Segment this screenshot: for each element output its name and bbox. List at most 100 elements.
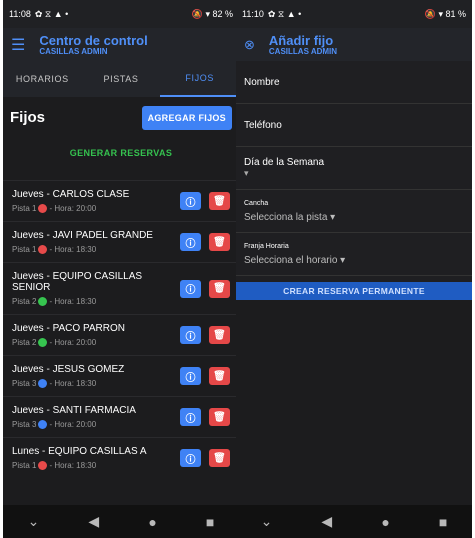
app-subtitle: CASILLAS ADMIN xyxy=(39,46,108,56)
list-item: Jueves - JAVI PADEL GRANDE Pista 1 - Hora… xyxy=(3,221,239,262)
court-label: Cancha xyxy=(244,200,269,207)
item-time: - Hora: 18:30 xyxy=(49,297,97,306)
app-title: Centro de control xyxy=(39,32,148,48)
status-bar: 11:08 ✿ ⧖ ▲ • 🔕 ▾ 82 % xyxy=(3,0,239,28)
add-fixed-form: Nombre Teléfono Día de la Semana ▾ Canch… xyxy=(236,61,472,300)
court-color-dot xyxy=(38,245,48,254)
home-icon[interactable]: ● xyxy=(381,514,389,530)
system-navigation-bar: ⌄ ◀ ● ■ xyxy=(236,505,472,538)
item-court: Pista 3 xyxy=(12,379,37,388)
fijos-header: Fijos AGREGAR FIJOS xyxy=(3,97,239,138)
time: 11:08 xyxy=(9,9,31,19)
item-title: Jueves - JESUS GOMEZ xyxy=(12,364,125,375)
item-court: Pista 1 xyxy=(12,204,37,213)
list-item: Jueves - PACO PARRON Pista 2 - Hora: 20:0… xyxy=(3,314,239,355)
info-icon[interactable]: ⓘ xyxy=(180,233,201,251)
court-color-dot xyxy=(38,461,48,470)
chevron-down-icon: ▾ xyxy=(244,168,249,178)
recent-apps-icon[interactable]: ■ xyxy=(439,514,447,530)
item-court: Pista 3 xyxy=(12,420,37,429)
chevron-down-icon[interactable]: ⌄ xyxy=(261,513,273,530)
chevron-down-icon[interactable]: ⌄ xyxy=(28,513,40,530)
time: 11:10 xyxy=(242,9,264,19)
generate-reservations-button[interactable]: GENERAR RESERVAS xyxy=(3,138,239,168)
tab-horarios[interactable]: HORARIOS xyxy=(3,61,82,97)
fixed-reservations-list: Jueves - CARLOS CLASE Pista 1 - Hora: 20:… xyxy=(3,180,239,478)
delete-icon[interactable]: 🗑 xyxy=(209,367,230,385)
chevron-down-icon: ▾ xyxy=(330,212,336,223)
delete-icon[interactable]: 🗑 xyxy=(209,279,230,298)
status-icons: ✿ ⧖ ▲ • xyxy=(34,8,69,19)
info-icon[interactable]: ⓘ xyxy=(180,408,201,426)
app-bar: ☰ Centro de control CASILLAS ADMIN xyxy=(3,28,239,61)
phone-label: Teléfono xyxy=(244,119,282,131)
list-item: Jueves - EQUIPO CASILLAS SENIOR Pista 2 -… xyxy=(3,262,239,314)
weekday-select[interactable]: Día de la Semana ▾ xyxy=(236,147,472,190)
court-color-dot xyxy=(38,379,48,388)
create-permanent-reservation-button[interactable]: CREAR RESERVA PERMANENTE xyxy=(236,282,472,300)
info-icon[interactable]: ⓘ xyxy=(180,449,201,467)
info-icon[interactable]: ⓘ xyxy=(180,192,201,210)
item-court: Pista 1 xyxy=(12,461,37,470)
court-color-dot xyxy=(38,204,48,213)
menu-icon[interactable]: ☰ xyxy=(11,35,25,55)
add-fijos-button[interactable]: AGREGAR FIJOS xyxy=(141,105,232,130)
back-icon[interactable]: ◀ xyxy=(88,513,99,530)
item-title: Jueves - CARLOS CLASE xyxy=(12,189,130,200)
delete-icon[interactable]: 🗑 xyxy=(209,326,230,344)
item-court: Pista 1 xyxy=(12,245,37,254)
item-court: Pista 2 xyxy=(12,338,37,347)
slot-placeholder: Selecciona el horario xyxy=(244,255,338,266)
app-bar: ⊗ Añadir fijo CASILLAS ADMIN xyxy=(236,28,472,61)
info-icon[interactable]: ⓘ xyxy=(180,367,201,385)
status-bar: 11:10 ✿ ⧖ ▲ • 🔕 ▾ 81 % xyxy=(236,0,472,28)
item-time: - Hora: 18:30 xyxy=(49,245,97,254)
court-placeholder: Selecciona la pista xyxy=(244,212,328,223)
info-icon[interactable]: ⓘ xyxy=(180,279,201,298)
left-phone: 11:08 ✿ ⧖ ▲ • 🔕 ▾ 82 % ☰ Centro de contr… xyxy=(3,0,239,538)
court-color-dot xyxy=(38,420,48,429)
tab-bar: HORARIOS PISTAS FIJOS xyxy=(3,61,239,97)
court-color-dot xyxy=(38,338,48,347)
delete-icon[interactable]: 🗑 xyxy=(209,233,230,251)
weekday-label: Día de la Semana xyxy=(244,157,325,168)
delete-icon[interactable]: 🗑 xyxy=(209,192,230,210)
page-title: Fijos xyxy=(10,109,46,126)
recent-apps-icon[interactable]: ■ xyxy=(206,514,214,530)
item-title: Jueves - EQUIPO CASILLAS SENIOR xyxy=(12,271,143,293)
item-court: Pista 2 xyxy=(12,297,37,306)
list-item: Jueves - JESUS GOMEZ Pista 3 - Hora: 18:3… xyxy=(3,355,239,396)
item-time: - Hora: 20:00 xyxy=(49,338,97,347)
status-icons: ✿ ⧖ ▲ • xyxy=(267,8,302,19)
name-label: Nombre xyxy=(244,76,280,88)
name-field[interactable]: Nombre xyxy=(236,61,472,104)
close-circle-icon[interactable]: ⊗ xyxy=(244,37,255,53)
tab-fijos[interactable]: FIJOS xyxy=(160,61,239,97)
item-time: - Hora: 18:30 xyxy=(49,461,97,470)
item-title: Jueves - PACO PARRON xyxy=(12,323,125,334)
item-time: - Hora: 18:30 xyxy=(49,379,97,388)
list-item: Lunes - EQUIPO CASILLAS A Pista 1 - Hora:… xyxy=(3,437,239,478)
time-slot-select[interactable]: Franja Horaria Selecciona el horario ▾ xyxy=(236,233,472,276)
delete-icon[interactable]: 🗑 xyxy=(209,449,230,467)
list-item: Jueves - SANTI FARMACIA Pista 3 - Hora: 2… xyxy=(3,396,239,437)
system-navigation-bar: ⌄ ◀ ● ■ xyxy=(3,505,239,538)
tab-pistas[interactable]: PISTAS xyxy=(82,61,161,97)
item-title: Jueves - JAVI PADEL GRANDE xyxy=(12,230,153,241)
info-icon[interactable]: ⓘ xyxy=(180,326,201,344)
battery-status: 🔕 ▾ 81 % xyxy=(424,8,466,19)
item-time: - Hora: 20:00 xyxy=(49,420,97,429)
back-icon[interactable]: ◀ xyxy=(321,513,332,530)
phone-field[interactable]: Teléfono xyxy=(236,104,472,147)
delete-icon[interactable]: 🗑 xyxy=(209,408,230,426)
item-title: Lunes - EQUIPO CASILLAS A xyxy=(12,446,147,457)
app-title: Añadir fijo xyxy=(268,32,334,48)
item-title: Jueves - SANTI FARMACIA xyxy=(12,405,136,416)
court-color-dot xyxy=(38,297,48,306)
court-select[interactable]: Cancha Selecciona la pista ▾ xyxy=(236,190,472,233)
battery-status: 🔕 ▾ 82 % xyxy=(191,8,233,19)
item-time: - Hora: 20:00 xyxy=(49,204,97,213)
chevron-down-icon: ▾ xyxy=(340,255,346,266)
home-icon[interactable]: ● xyxy=(148,514,156,530)
slot-label: Franja Horaria xyxy=(244,243,289,250)
